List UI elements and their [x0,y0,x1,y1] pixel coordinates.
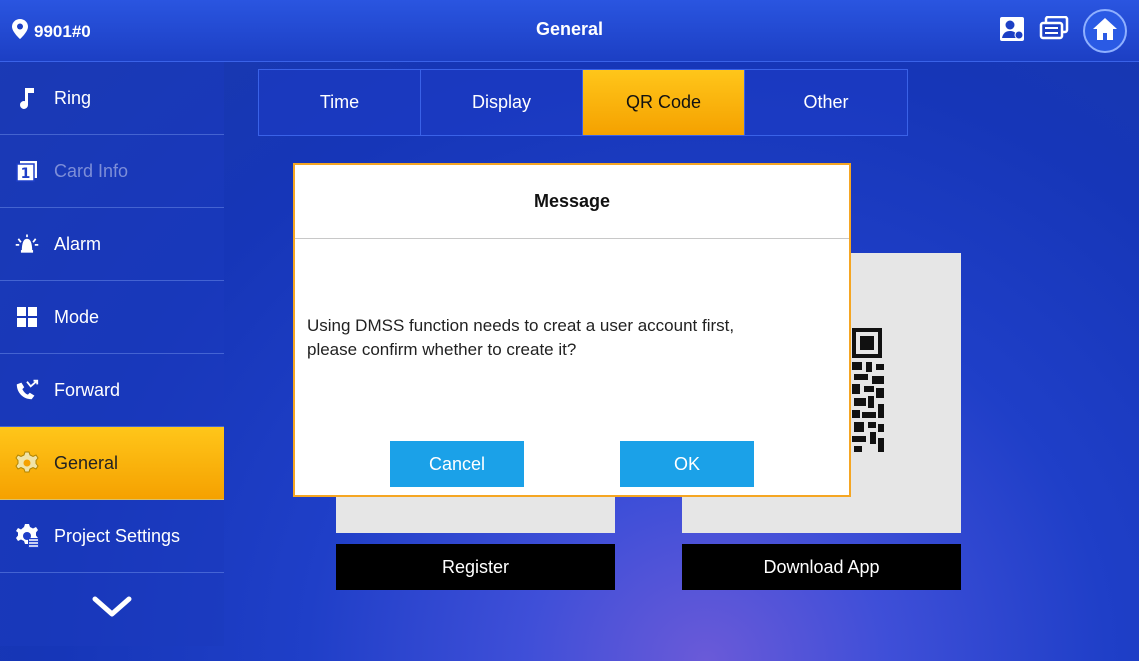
tab-display[interactable]: Display [421,70,583,135]
location-pin-icon [12,19,28,44]
sidebar-item-label: Alarm [54,233,102,254]
sidebar-item-mode[interactable]: Mode [0,281,224,354]
sidebar-item-label: Forward [54,379,121,400]
contacts-icon[interactable] [999,16,1025,47]
sidebar-item-forward[interactable]: Forward [0,354,224,427]
tab-time[interactable]: Time [259,70,421,135]
sidebar-item-ring[interactable]: Ring [0,62,224,135]
project-settings-icon [14,523,40,549]
sidebar-item-label: Card Info [54,160,129,181]
messages-icon[interactable] [1039,15,1069,47]
page-title: General [535,19,604,39]
sidebar-item-card-info[interactable]: 1 Card Info [0,135,224,208]
sidebar-item-project-settings[interactable]: Project Settings [0,500,224,573]
chevron-down-icon [92,596,132,623]
top-bar: 9901#0 General [0,0,1139,62]
mode-icon [14,304,40,330]
sidebar-item-alarm[interactable]: Alarm [0,208,224,281]
tab-bar: Time Display QR Code Other [258,69,908,136]
sidebar-more-button[interactable] [0,573,224,646]
sidebar: Ring 1 Card Info Alarm Mode Forward Gene… [0,62,224,661]
alarm-icon [14,231,40,257]
sidebar-item-label: Mode [54,306,100,327]
sidebar-item-label: Project Settings [54,525,181,546]
dialog-message: Using DMSS function needs to creat a use… [307,314,847,362]
register-button[interactable]: Register [336,544,615,590]
home-button[interactable] [1083,9,1127,53]
tab-other[interactable]: Other [745,70,907,135]
forward-call-icon [14,377,40,403]
qr-code-image [850,326,886,454]
sidebar-item-general[interactable]: General [0,427,224,500]
sidebar-item-label: General [54,452,119,473]
location-indicator: 9901#0 [12,19,91,44]
ok-button[interactable]: OK [620,441,754,487]
dialog-message-line: Using DMSS function needs to creat a use… [307,316,735,335]
download-app-button[interactable]: Download App [682,544,961,590]
message-dialog: Message Using DMSS function needs to cre… [293,163,851,497]
cancel-button[interactable]: Cancel [390,441,524,487]
music-note-icon [14,85,40,111]
tab-qr-code[interactable]: QR Code [583,70,745,135]
home-icon [1092,17,1118,46]
dialog-message-line: please confirm whether to create it? [307,340,577,359]
sidebar-item-label: Ring [54,87,92,108]
location-text: 9901#0 [34,21,91,41]
card-icon: 1 [14,158,40,184]
svg-text:1: 1 [21,166,31,182]
gear-icon [14,450,40,476]
dialog-title: Message [295,165,849,239]
